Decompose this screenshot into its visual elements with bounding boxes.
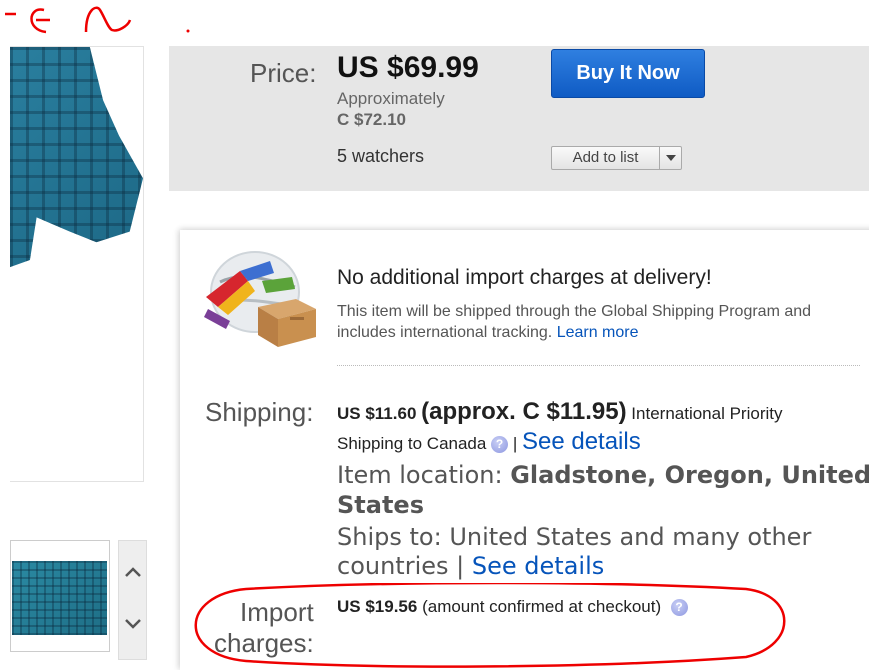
shipping-destination-line: Shipping to Canada ? | See details: [337, 428, 641, 455]
divider: [337, 365, 860, 366]
red-scribble-annotation: [5, 6, 190, 34]
shipping-cost: US $11.60: [337, 404, 417, 423]
shipping-cost-line: US $11.60 (approx. C $11.95) Internation…: [337, 398, 782, 426]
approx-price: C $72.10: [337, 110, 406, 129]
product-thumbnail[interactable]: [10, 540, 110, 652]
chevron-up-icon[interactable]: [119, 563, 146, 583]
thumbnail-scroller: [118, 540, 147, 660]
item-location: Item location: Gladstone, Oregon, United…: [337, 460, 869, 520]
watchers-count: 5 watchers: [337, 146, 425, 166]
shipping-destination: Shipping to Canada: [337, 434, 487, 453]
approx-label: Approximately: [337, 89, 445, 108]
ships-to-label: Ships to:: [337, 523, 442, 551]
price-label: Price:: [250, 58, 317, 88]
add-to-list-dropdown[interactable]: [660, 147, 682, 169]
plaid-shirt-image: [10, 47, 143, 268]
shipping-approx: (approx. C $11.95): [421, 398, 627, 425]
shipping-label: Shipping:: [205, 397, 314, 427]
price-value: US $69.99: [337, 51, 479, 84]
help-icon[interactable]: ?: [491, 436, 509, 454]
learn-more-link[interactable]: Learn more: [557, 324, 639, 341]
thumbnail-image: [12, 561, 107, 635]
ships-to: Ships to: United States and many other c…: [337, 523, 812, 580]
red-circle-annotation: [194, 583, 786, 668]
shipping-service: International Priority: [631, 404, 783, 423]
gsp-description: This item will be shipped through the Gl…: [337, 303, 812, 341]
global-shipping-icon: [204, 251, 316, 347]
caret-down-icon: [666, 155, 676, 161]
chevron-down-icon[interactable]: [119, 615, 146, 635]
product-main-image[interactable]: [10, 46, 144, 482]
gsp-title: No additional import charges at delivery…: [337, 266, 712, 289]
buy-it-now-button[interactable]: Buy It Now: [551, 49, 705, 98]
item-location-label: Item location:: [337, 461, 503, 489]
shipping-see-details-link[interactable]: See details: [522, 428, 641, 455]
add-to-list-button[interactable]: Add to list: [552, 147, 660, 169]
ships-to-see-details-link[interactable]: See details: [472, 552, 604, 580]
add-to-list-control: Add to list: [551, 146, 682, 170]
